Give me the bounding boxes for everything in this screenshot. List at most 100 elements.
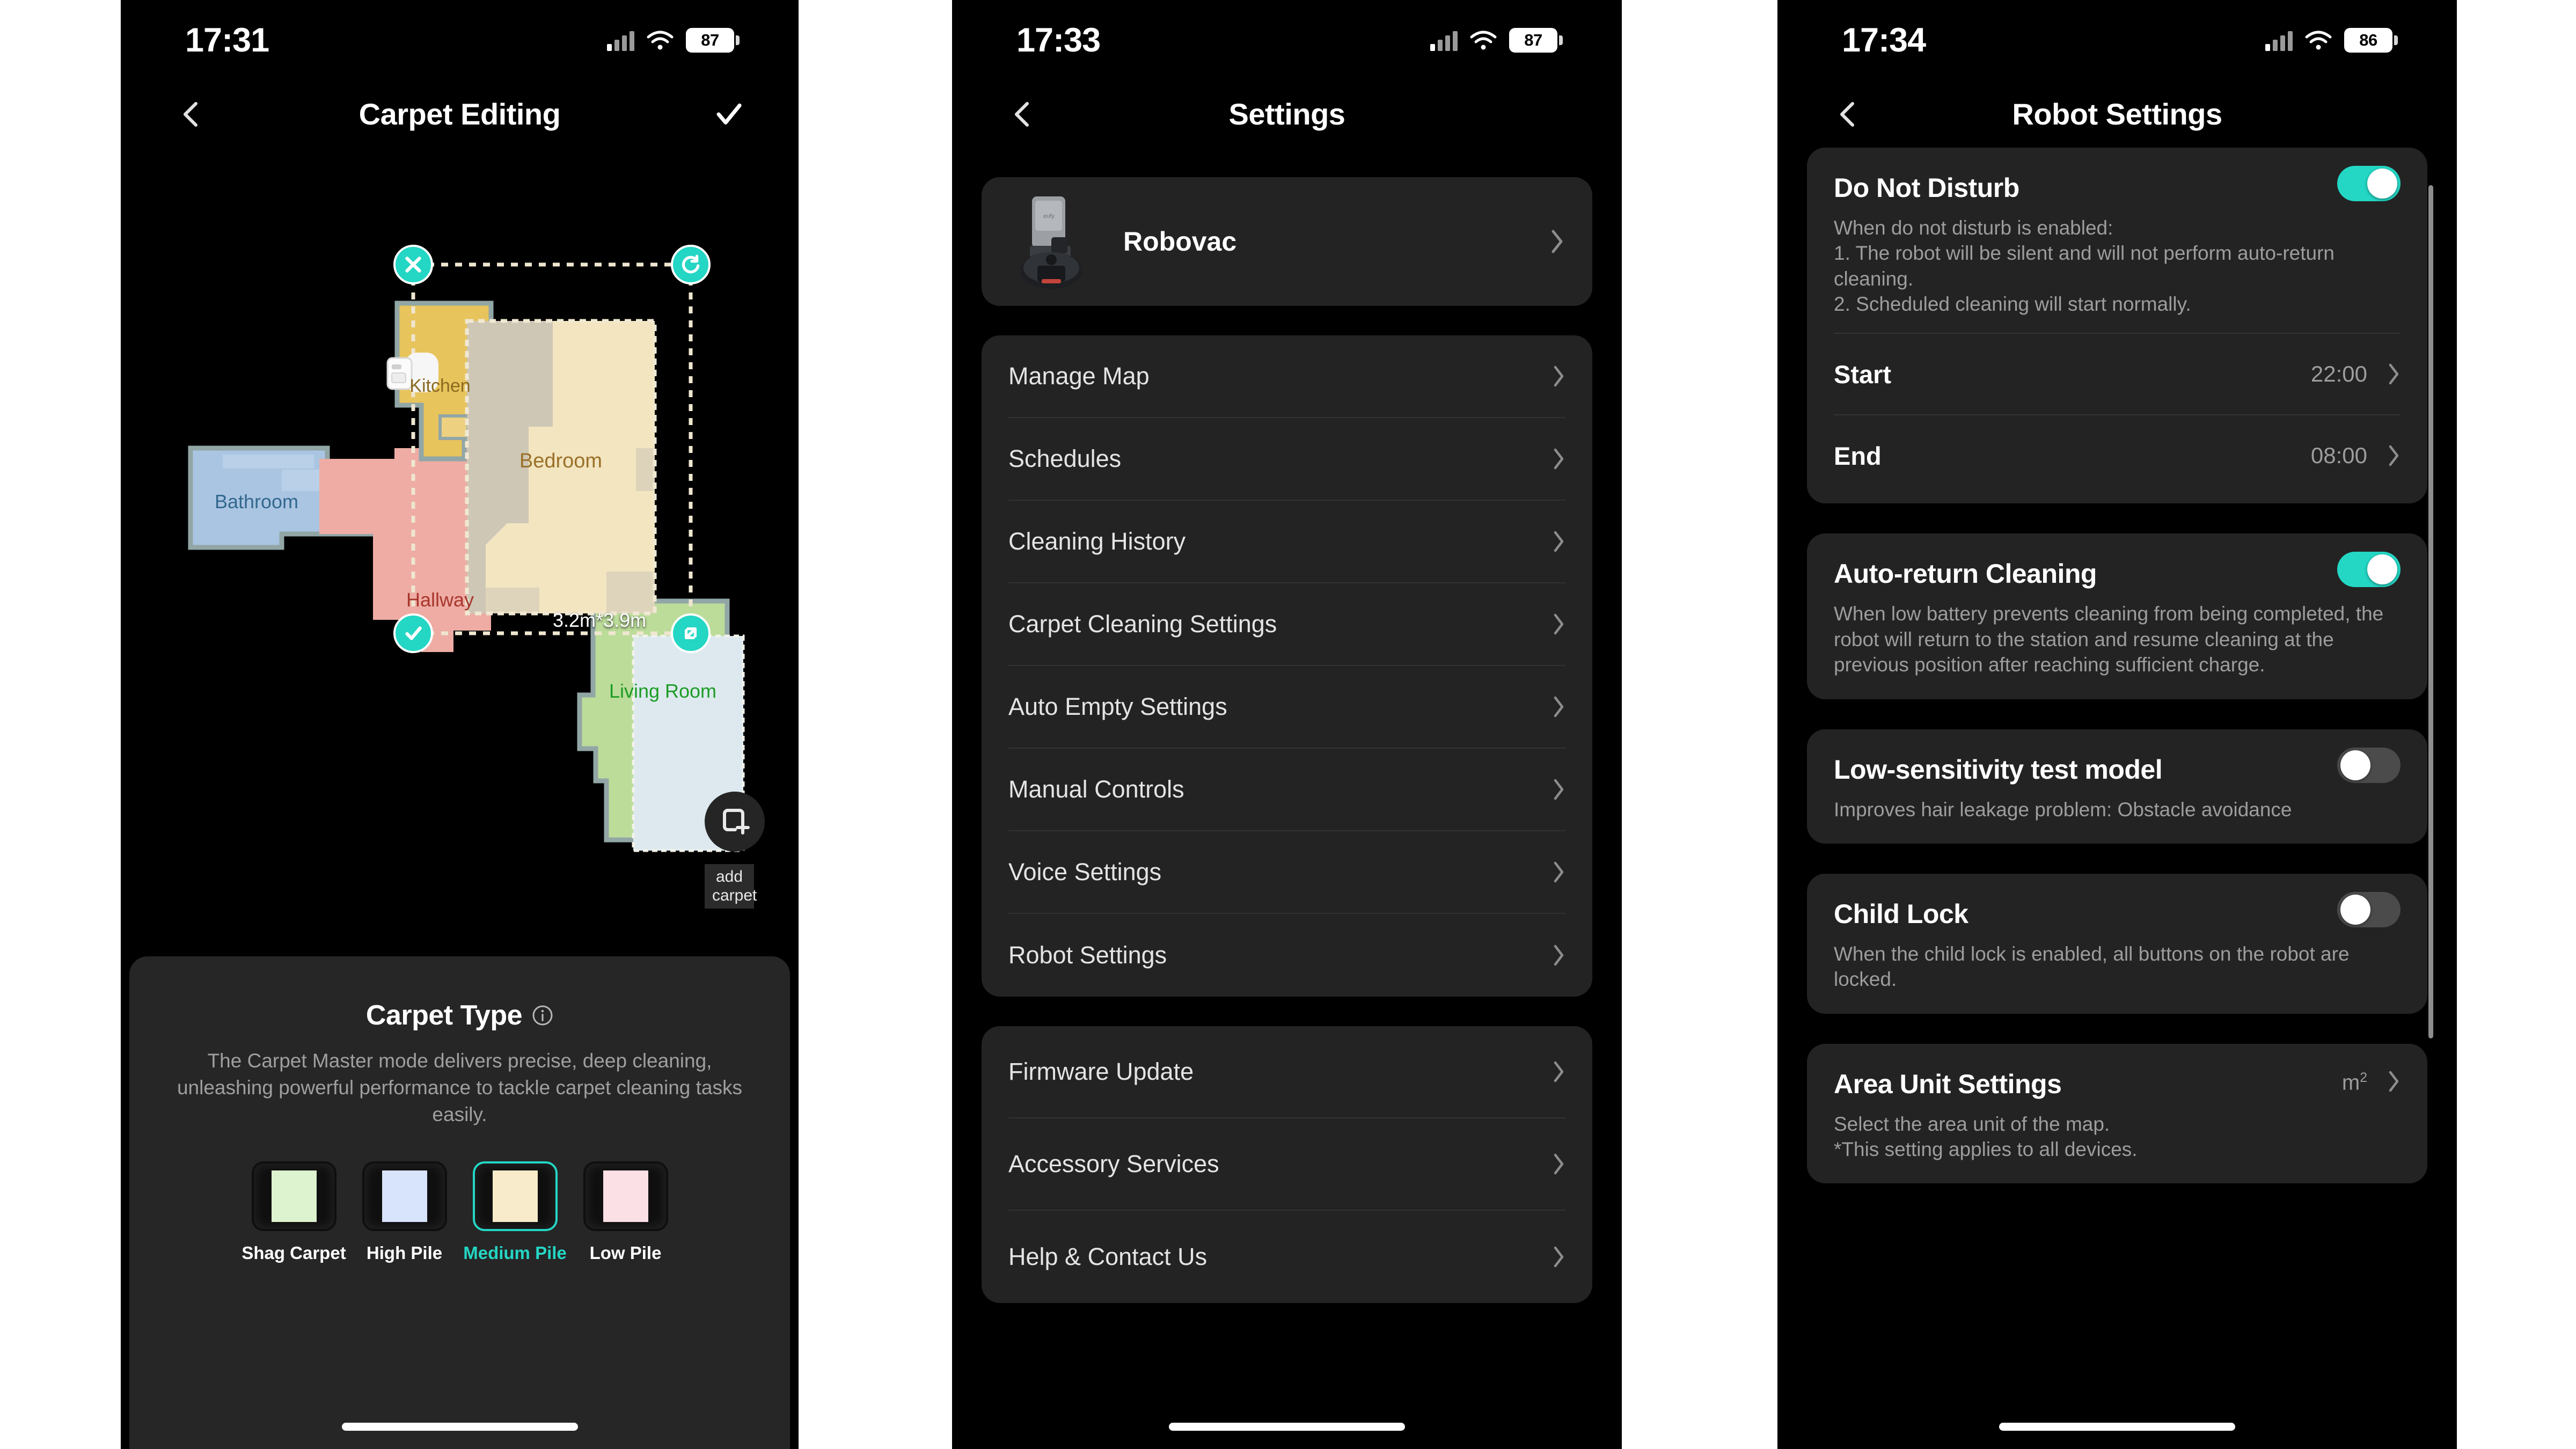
chevron-right-icon <box>1554 365 1564 387</box>
section-header: Do Not Disturb <box>1834 148 2401 203</box>
chevron-right-icon <box>1554 779 1564 800</box>
add-carpet-label-line1: add <box>715 868 743 885</box>
wifi-icon <box>1469 30 1497 51</box>
section-title: Do Not Disturb <box>1834 173 2019 203</box>
page-title: Settings <box>1228 97 1345 131</box>
info-circle-icon[interactable] <box>532 1005 553 1026</box>
carpet-swatch-shag[interactable] <box>251 1161 336 1231</box>
vertical-scrollbar[interactable] <box>2428 185 2433 1038</box>
chevron-right-icon <box>1554 861 1564 883</box>
status-bar: 17:31 87 <box>121 0 799 80</box>
carpet-option-shag[interactable]: Shag Carpet <box>241 1161 346 1263</box>
chevron-right-icon <box>2389 445 2399 466</box>
section-low-sensitivity-test-model: Low-sensitivity test model Improves hair… <box>1807 729 2427 844</box>
carpet-option-high-pile[interactable]: High Pile <box>362 1161 447 1263</box>
list-item-schedules[interactable]: Schedules <box>1008 418 1565 501</box>
home-indicator[interactable] <box>341 1423 578 1431</box>
list-item-carpet-cleaning-settings[interactable]: Carpet Cleaning Settings <box>1008 583 1565 666</box>
status-indicators: 87 <box>607 28 740 53</box>
carpet-delete-handle[interactable] <box>393 245 433 284</box>
back-button[interactable] <box>1003 93 1041 136</box>
section-auto-return-cleaning: Auto-return Cleaning When low battery pr… <box>1807 533 2427 699</box>
carpet-size-label: 3.2m*3.9m <box>553 609 647 631</box>
carpet-swatch-fill <box>492 1170 538 1222</box>
cellular-signal-icon <box>2265 30 2293 51</box>
home-indicator[interactable] <box>1999 1423 2235 1431</box>
chevron-right-icon <box>1554 1061 1564 1082</box>
carpet-resize-handle[interactable] <box>671 613 711 653</box>
carpet-option-medium-pile[interactable]: Medium Pile <box>463 1161 567 1263</box>
back-button[interactable] <box>172 93 209 136</box>
status-time: 17:33 <box>1016 21 1101 59</box>
phone-robot-settings: 17:34 86 Robot Settings Do Not Disturb W… <box>1777 0 2457 1449</box>
list-item-label: Schedules <box>1008 445 1122 472</box>
list-item-cleaning-history[interactable]: Cleaning History <box>1008 501 1565 583</box>
section-title: Area Unit Settings <box>1834 1069 2062 1099</box>
battery-icon: 86 <box>2344 28 2398 53</box>
nav-bar: Robot Settings <box>1777 80 2457 148</box>
carpet-swatch-medium-pile[interactable] <box>472 1161 558 1231</box>
section-area-unit-settings[interactable]: Area Unit Settings m2 Select the area un… <box>1807 1043 2427 1184</box>
screenshot-stage: 17:31 87 Carpet Editing Kitchen Bedroom … <box>0 0 2576 1449</box>
do-not-disturb-toggle[interactable] <box>2337 166 2401 201</box>
list-item-manual-controls[interactable]: Manual Controls <box>1008 749 1565 831</box>
carpet-swatch-fill <box>603 1170 648 1222</box>
list-item-auto-empty-settings[interactable]: Auto Empty Settings <box>1008 666 1565 749</box>
list-item-voice-settings[interactable]: Voice Settings <box>1008 831 1565 914</box>
battery-level: 87 <box>1524 31 1542 49</box>
home-indicator[interactable] <box>1169 1423 1405 1431</box>
low-sensitivity-toggle[interactable] <box>2337 747 2401 783</box>
chevron-right-icon <box>1552 230 1563 253</box>
add-carpet-button[interactable] <box>705 792 765 852</box>
device-card[interactable]: eufy Robovac <box>982 177 1592 306</box>
battery-icon: 87 <box>686 28 740 53</box>
row-value: 22:00 <box>2310 361 2367 387</box>
svg-text:Hallway: Hallway <box>406 589 474 611</box>
list-item-label: Cleaning History <box>1008 528 1186 555</box>
child-lock-toggle[interactable] <box>2337 891 2401 927</box>
carpet-swatch-low-pile[interactable] <box>583 1161 668 1231</box>
phone-settings: 17:33 87 Settings eufy Robovac Manage Ma… <box>952 0 1622 1449</box>
section-title: Child Lock <box>1834 898 1968 929</box>
section-description: When do not disturb is enabled: 1. The r… <box>1834 217 2335 316</box>
list-item-robot-settings[interactable]: Robot Settings <box>1008 914 1565 997</box>
chevron-right-icon <box>1554 696 1564 718</box>
confirm-button[interactable] <box>710 96 748 133</box>
list-item-label: Manual Controls <box>1008 775 1184 803</box>
cellular-signal-icon <box>607 30 634 51</box>
chevron-right-icon <box>2389 1071 2399 1092</box>
toggle-knob <box>2340 894 2370 925</box>
section-title: Auto-return Cleaning <box>1834 559 2097 589</box>
back-button[interactable] <box>1828 93 1866 136</box>
add-carpet-label-line2: carpet <box>712 887 757 905</box>
toggle-knob <box>2367 169 2397 199</box>
list-item-label: Firmware Update <box>1008 1058 1194 1085</box>
section-title: Low-sensitivity test model <box>1834 754 2163 785</box>
carpet-swatch-high-pile[interactable] <box>362 1161 447 1231</box>
settings-secondary-list: Firmware Update Accessory Services Help … <box>982 1026 1592 1303</box>
chevron-right-icon <box>1554 613 1564 635</box>
section-header: Area Unit Settings m2 <box>1834 1044 2401 1100</box>
carpet-type-options: Shag Carpet High Pile Medium Pile Low Pi… <box>129 1161 790 1263</box>
list-item-firmware-update[interactable]: Firmware Update <box>1008 1026 1565 1118</box>
carpet-type-sheet: Carpet Type The Carpet Master mode deliv… <box>129 956 790 1449</box>
nav-bar: Settings <box>952 80 1622 148</box>
carpet-rotate-handle[interactable] <box>671 245 711 284</box>
list-item-manage-map[interactable]: Manage Map <box>1008 335 1565 418</box>
carpet-type-title: Carpet Type <box>365 1000 523 1031</box>
map-area[interactable]: Kitchen Bedroom Bathroom Hallway Living … <box>121 148 799 955</box>
carpet-option-low-pile[interactable]: Low Pile <box>583 1161 668 1263</box>
wifi-icon <box>2304 30 2332 51</box>
list-item-help-contact-us[interactable]: Help & Contact Us <box>1008 1211 1565 1303</box>
list-item-accessory-services[interactable]: Accessory Services <box>1008 1118 1565 1211</box>
auto-return-cleaning-toggle[interactable] <box>2337 552 2401 588</box>
carpet-confirm-handle[interactable] <box>393 613 433 653</box>
svg-text:Bedroom: Bedroom <box>519 450 602 472</box>
section-header: Child Lock <box>1834 874 2401 930</box>
list-item-label: Accessory Services <box>1008 1150 1219 1177</box>
carpet-swatch-fill <box>271 1170 317 1222</box>
status-indicators: 86 <box>2265 28 2398 53</box>
dnd-start-row[interactable]: Start 22:00 <box>1834 333 2401 414</box>
page-title: Robot Settings <box>2012 97 2222 131</box>
dnd-end-row[interactable]: End 08:00 <box>1834 414 2401 496</box>
